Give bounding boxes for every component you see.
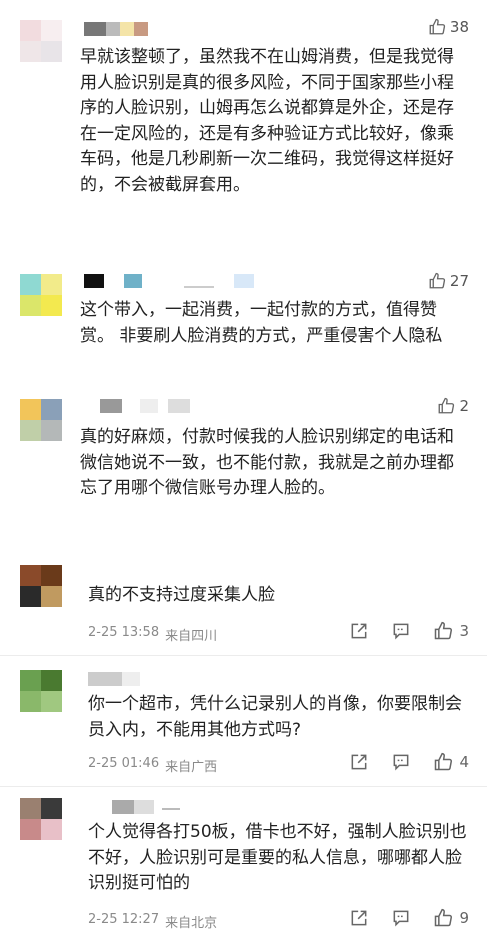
avatar[interactable]	[20, 798, 62, 840]
comment-actions: 9	[349, 908, 469, 928]
username-masked[interactable]	[112, 800, 182, 814]
share-edit-icon	[352, 623, 367, 639]
like-count: 9	[459, 909, 469, 927]
comment-bubble-icon	[394, 910, 409, 927]
comment-item: 38 早就该整顿了，虽然我不在山姆消费，但是我觉得用人脸识别是真的很多风险，不同…	[0, 0, 487, 260]
thumbs-up-icon	[429, 272, 446, 289]
like-button[interactable]: 4	[433, 752, 469, 772]
thumbs-up-icon	[435, 752, 453, 771]
comment-item: 个人觉得各打50板，借卡也不好，强制人脸识别也不好，人脸识别可是重要的私人信息，…	[0, 790, 487, 931]
username-masked[interactable]	[88, 672, 148, 686]
thumbs-up-icon	[429, 18, 446, 35]
like-button[interactable]: 3	[433, 621, 469, 641]
username-masked[interactable]	[100, 399, 190, 413]
username-masked[interactable]	[84, 274, 254, 288]
like-count: 3	[459, 622, 469, 640]
comment-text: 你一个超市，凭什么记录别人的肖像，你要限制会员入内，不能用其他方式吗?	[88, 694, 462, 740]
share-button[interactable]	[349, 752, 369, 772]
comment-meta: 2-25 13:58 来自四川	[88, 625, 217, 644]
avatar[interactable]	[20, 274, 62, 316]
reply-button[interactable]	[391, 621, 411, 641]
avatar[interactable]	[20, 20, 62, 62]
like-count: 38	[449, 18, 469, 36]
comment-text: 这个带入，一起消费，一起付款的方式，值得赞赏。 非要刷人脸消费的方式，严重侵害个…	[80, 300, 443, 346]
comment-item: 27 这个带入，一起消费，一起付款的方式，值得赞赏。 非要刷人脸消费的方式，严重…	[0, 260, 487, 380]
comment-item: 你一个超市，凭什么记录别人的肖像，你要限制会员入内，不能用其他方式吗? 2-25…	[0, 660, 487, 785]
comment-actions: 4	[349, 752, 469, 772]
comment-text: 个人觉得各打50板，借卡也不好，强制人脸识别也不好，人脸识别可是重要的私人信息，…	[88, 822, 467, 893]
like-count: 27	[449, 272, 469, 290]
comment-item: 真的不支持过度采集人脸 2-25 13:58 来自四川 3	[0, 555, 487, 655]
comment-location: 来自四川	[165, 629, 218, 644]
like-button[interactable]: 2	[437, 397, 469, 415]
divider	[0, 786, 487, 787]
like-count: 4	[459, 753, 469, 771]
comment-text: 真的好麻烦，付款时候我的人脸识别绑定的电话和微信她说不一致，也不能付款，我就是之…	[80, 427, 454, 498]
share-button[interactable]	[349, 621, 369, 641]
comment-text: 早就该整顿了，虽然我不在山姆消费，但是我觉得用人脸识别是真的很多风险，不同于国家…	[80, 47, 454, 195]
like-count: 2	[459, 397, 469, 415]
comment-actions: 3	[349, 621, 469, 641]
like-button[interactable]: 9	[433, 908, 469, 928]
avatar[interactable]	[20, 565, 62, 607]
comment-meta: 2-25 01:46 来自广西	[88, 756, 217, 775]
reply-button[interactable]	[391, 908, 411, 928]
comment-date: 2-25 13:58	[88, 625, 160, 640]
comment-bubble-icon	[394, 754, 409, 771]
share-button[interactable]	[349, 908, 369, 928]
comment-bubble-icon	[394, 623, 409, 640]
like-button[interactable]: 38	[428, 18, 469, 36]
avatar[interactable]	[20, 399, 62, 441]
share-edit-icon	[352, 754, 367, 770]
thumbs-up-icon	[439, 397, 455, 414]
like-button[interactable]: 27	[428, 272, 469, 290]
comment-text: 真的不支持过度采集人脸	[88, 585, 275, 605]
reply-button[interactable]	[391, 752, 411, 772]
username-masked[interactable]	[84, 22, 154, 36]
share-edit-icon	[352, 910, 367, 926]
avatar[interactable]	[20, 670, 62, 712]
comment-date: 2-25 12:27	[88, 912, 160, 927]
comment-date: 2-25 01:46	[88, 756, 160, 771]
thumbs-up-icon	[435, 621, 453, 640]
comment-location: 来自广西	[165, 760, 218, 775]
comment-meta: 2-25 12:27 来自北京	[88, 912, 217, 931]
thumbs-up-icon	[435, 908, 453, 927]
comment-location: 来自北京	[165, 916, 218, 931]
comment-item: 2 真的好麻烦，付款时候我的人脸识别绑定的电话和微信她说不一致，也不能付款，我就…	[0, 385, 487, 545]
divider	[0, 655, 487, 656]
